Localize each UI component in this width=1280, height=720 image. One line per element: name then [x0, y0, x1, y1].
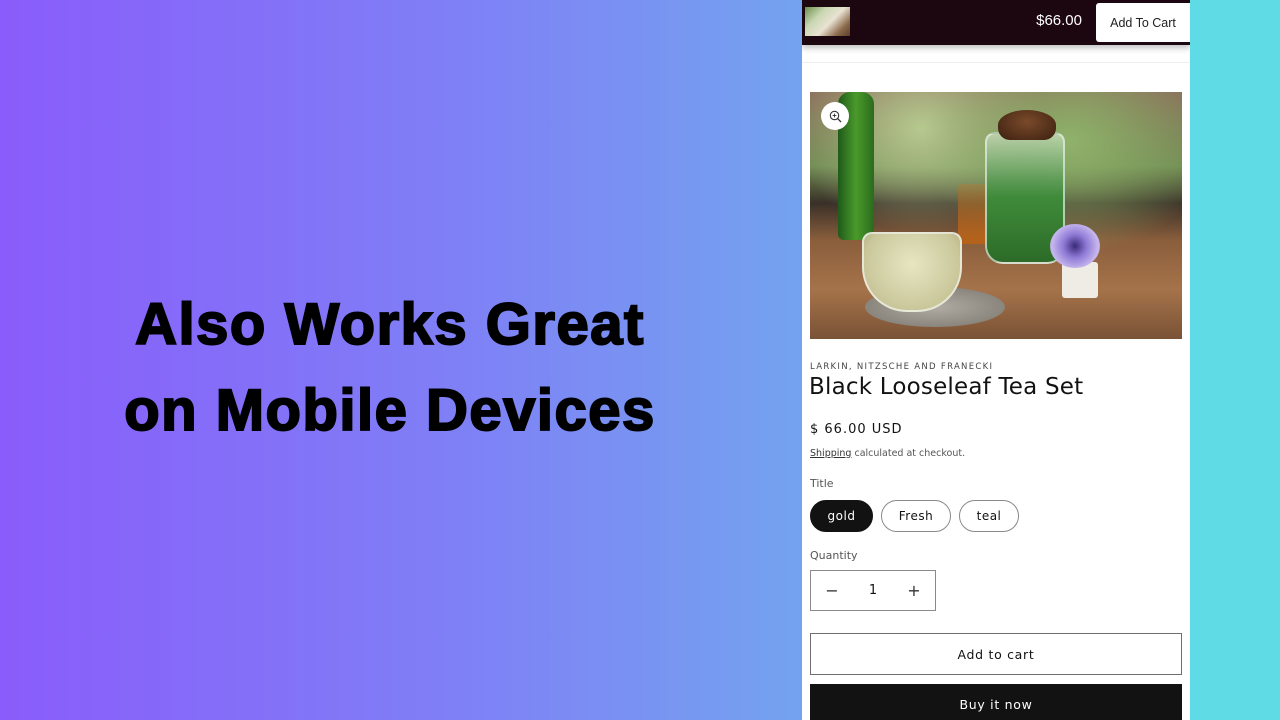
product-image[interactable] [810, 92, 1182, 339]
quantity-stepper: − + [810, 570, 936, 611]
sticky-price: $66.00 [1036, 12, 1082, 29]
shipping-note-text: calculated at checkout. [851, 448, 966, 459]
quantity-label: Quantity [810, 549, 858, 562]
shipping-link[interactable]: Shipping [810, 448, 851, 459]
shipping-note: Shipping calculated at checkout. [810, 448, 965, 459]
variant-label: Title [810, 477, 834, 490]
headline-line-1: Also Works Great [134, 291, 645, 358]
image-tea-cup [862, 232, 962, 312]
side-background-strip [1190, 0, 1280, 720]
promo-headline: Also Works Great on Mobile Devices [40, 282, 740, 454]
product-price: $ 66.00 USD [810, 422, 903, 437]
buy-it-now-button[interactable]: Buy it now [810, 684, 1182, 720]
quantity-increment-button[interactable]: + [893, 571, 935, 610]
product-title: Black Looseleaf Tea Set [809, 374, 1084, 400]
image-amber-glass [958, 184, 988, 244]
product-thumbnail [805, 7, 850, 36]
quantity-input[interactable] [853, 583, 893, 598]
add-to-cart-button[interactable]: Add to cart [810, 633, 1182, 675]
image-zoom-button[interactable] [821, 102, 849, 130]
quantity-decrement-button[interactable]: − [811, 571, 853, 610]
zoom-in-icon [829, 110, 841, 122]
header-divider [802, 62, 1190, 63]
variant-option-teal[interactable]: teal [959, 500, 1019, 532]
sticky-add-to-cart-bar: $66.00 Add To Cart [802, 0, 1190, 45]
headline-line-2: on Mobile Devices [123, 377, 656, 444]
product-vendor: LARKIN, NITZSCHE AND FRANECKI [810, 362, 994, 372]
mobile-product-page: $66.00 Add To Cart LARKIN, NITZSCHE AND … [802, 0, 1190, 720]
image-flower [1050, 224, 1100, 268]
sticky-add-to-cart-button[interactable]: Add To Cart [1096, 3, 1190, 42]
image-jar-lid [998, 110, 1056, 140]
variant-option-gold[interactable]: gold [810, 500, 873, 532]
variant-option-fresh[interactable]: Fresh [881, 500, 951, 532]
variant-picker: gold Fresh teal [810, 500, 1019, 532]
